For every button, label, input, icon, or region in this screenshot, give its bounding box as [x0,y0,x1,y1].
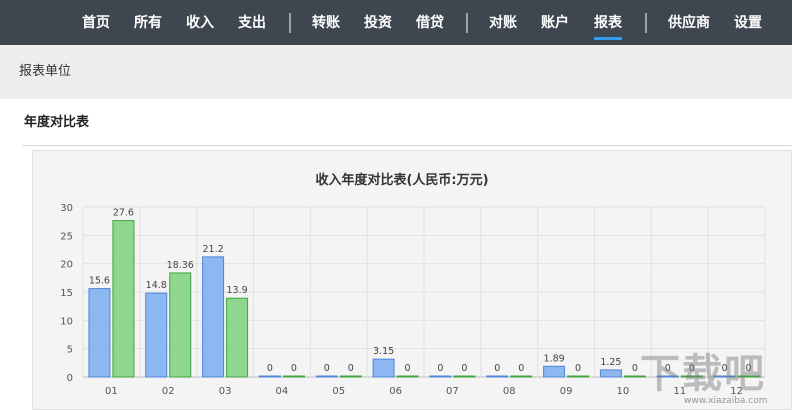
data-label: 0 [348,363,354,374]
x-tick-label: 07 [446,386,459,397]
data-label: 0 [291,363,297,374]
bar-series-2 [396,375,419,378]
data-label: 13.9 [227,285,248,296]
bar-series-1 [429,375,452,378]
nav-expense[interactable]: 支出 [238,0,266,45]
data-label: 0 [405,363,411,374]
report-unit-bar [0,45,792,99]
bar-series-1 [486,375,509,378]
x-tick-label: 04 [276,386,289,397]
y-tick-label: 20 [60,260,73,271]
nav-income[interactable]: 收入 [186,0,214,45]
data-label: 0 [632,363,638,374]
x-tick-label: 08 [503,386,516,397]
x-tick-label: 02 [162,386,175,397]
chart-title: 收入年度对比表(人民币:万元) [315,172,488,188]
nav-transfer[interactable]: 转账 [312,0,340,45]
bar-series-1 [543,365,566,378]
nav-suppliers[interactable]: 供应商 [668,0,710,45]
nav-all[interactable]: 所有 [134,0,162,45]
bar-series-2 [510,375,533,378]
y-tick-label: 5 [67,345,73,356]
nav-settings[interactable]: 设置 [734,0,762,45]
nav-investment[interactable]: 投资 [364,0,392,45]
nav-separator [466,13,468,33]
y-tick-label: 25 [60,231,73,242]
bar-series-1 [145,292,168,378]
nav-active-indicator [594,37,622,40]
bar-series-1 [315,375,338,378]
bar-series-2 [169,272,192,378]
bar-series-2 [112,220,135,378]
report-unit-label[interactable]: 报表单位 [19,64,71,80]
nav-separator [289,13,291,33]
data-label: 0 [267,363,273,374]
nav-loan[interactable]: 借贷 [416,0,444,45]
data-label: 0 [461,363,467,374]
x-tick-label: 03 [219,386,232,397]
section-divider [22,145,792,146]
nav-home[interactable]: 首页 [82,0,110,45]
bar-series-1 [599,369,622,378]
bar-series-2 [453,375,476,378]
y-tick-label: 15 [60,288,73,299]
bar-series-1 [202,256,225,378]
data-label: 0 [494,363,500,374]
chart-y-axis: 0 5 10 15 20 25 30 [60,203,73,384]
x-tick-label: 05 [332,386,345,397]
nav-separator [645,13,647,33]
x-tick-label: 09 [560,386,573,397]
data-label: 0 [324,363,330,374]
data-label: 3.15 [373,346,394,357]
data-label: 18.36 [167,260,194,271]
top-nav-bar: 首页 所有 收入 支出 转账 投资 借贷 对账 账户 报表 供应商 设置 [0,0,792,45]
bar-series-2 [282,375,305,378]
data-label: 0 [437,363,443,374]
bar-series-2 [339,375,362,378]
bar-series-2 [567,375,590,378]
y-tick-label: 0 [67,373,73,384]
x-tick-label: 06 [389,386,402,397]
data-label: 14.8 [146,280,167,291]
data-label: 27.6 [113,208,134,219]
bar-series-1 [88,288,111,378]
nav-reconcile[interactable]: 对账 [489,0,517,45]
data-label: 21.2 [203,244,224,255]
watermark-logo: 下载吧 [640,351,766,397]
bar-series-1 [258,375,281,378]
section-title: 年度对比表 [24,115,90,130]
data-label: 1.25 [600,357,621,368]
y-tick-label: 10 [60,316,73,327]
bar-series-2 [226,297,249,378]
x-tick-label: 10 [617,386,630,397]
y-tick-label: 30 [60,203,73,214]
nav-accounts[interactable]: 账户 [541,0,569,45]
data-label: 15.6 [89,276,110,287]
data-label: 0 [575,363,581,374]
data-label: 1.89 [544,353,565,364]
watermark-url: www.xiazaiba.com [684,396,768,406]
data-label: 0 [518,363,524,374]
x-tick-label: 01 [105,386,118,397]
bar-series-1 [372,358,395,378]
